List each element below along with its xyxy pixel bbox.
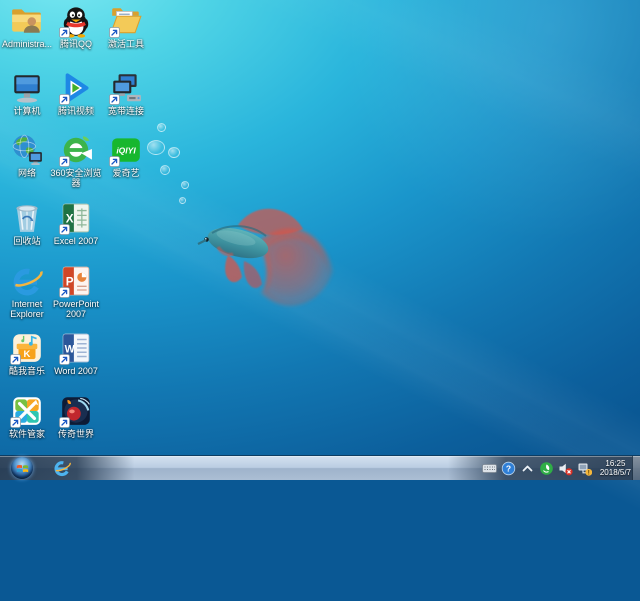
folder-user-icon xyxy=(10,4,44,38)
shortcut-arrow-icon xyxy=(109,27,120,38)
computer-monitor-icon xyxy=(10,71,44,105)
shortcut-arrow-icon xyxy=(59,224,70,235)
desktop-icon-label: 网络 xyxy=(18,168,36,178)
shortcut-arrow-icon xyxy=(59,417,70,428)
desktop-icon-kuwo-music[interactable]: K 酷我音乐 xyxy=(0,331,54,376)
iqiyi-icon: iQIYI xyxy=(109,133,143,167)
desktop-icon-label: Word 2007 xyxy=(54,366,98,376)
desktop-icon-broadband[interactable]: 宽带连接 xyxy=(99,71,153,116)
desktop-icon-label: 激活工具 xyxy=(108,39,144,49)
desktop-icon-activation-tools[interactable]: 激活工具 xyxy=(99,4,153,49)
qq-penguin-icon xyxy=(59,4,93,38)
start-button[interactable] xyxy=(11,457,33,479)
shortcut-arrow-icon xyxy=(109,94,120,105)
show-desktop-button[interactable] xyxy=(632,456,640,480)
windows-flag-icon xyxy=(16,462,29,475)
shortcut-arrow-icon xyxy=(59,287,70,298)
desktop-icon-360-browser[interactable]: 360安全浏览器 xyxy=(49,133,103,188)
shortcut-arrow-icon xyxy=(59,27,70,38)
word-icon: W xyxy=(59,331,93,365)
tray-input-indicator-icon[interactable] xyxy=(482,461,497,476)
tray-network-status-icon[interactable]: ! xyxy=(577,461,592,476)
svg-text:!: ! xyxy=(588,470,590,475)
desktop-icon-software-manager[interactable]: 软件管家 xyxy=(0,394,54,439)
shortcut-arrow-icon xyxy=(59,94,70,105)
desktop-icon-label: Administra... xyxy=(2,39,52,49)
desktop-icon-administrator[interactable]: Administra... xyxy=(0,4,54,49)
desktop-icon-tencent-video[interactable]: 腾讯视频 xyxy=(49,71,103,116)
desktop-icon-label: 酷我音乐 xyxy=(9,366,45,376)
broadband-icon xyxy=(109,71,143,105)
desktop-icon-label: 腾讯QQ xyxy=(60,39,92,49)
taskbar: ? ! 16:25 2018/5/7 xyxy=(0,455,640,480)
svg-text:?: ? xyxy=(506,463,511,473)
desktop-icon-label: 计算机 xyxy=(13,106,40,116)
system-tray: ? ! 16:25 2018/5/7 xyxy=(482,456,631,480)
legend-game-icon xyxy=(59,394,93,428)
desktop-icon-label: 360安全浏览器 xyxy=(49,168,103,188)
desktop-icon-recycle-bin[interactable]: 回收站 xyxy=(0,201,54,246)
excel-icon: X xyxy=(59,201,93,235)
svg-text:K: K xyxy=(24,349,31,360)
internet-explorer-icon xyxy=(52,458,72,478)
tray-help-center-icon[interactable]: ? xyxy=(501,461,516,476)
desktop-icon-iqiyi[interactable]: iQIYI 爱奇艺 xyxy=(99,133,153,178)
recycle-bin-icon xyxy=(10,201,44,235)
shortcut-arrow-icon xyxy=(109,156,120,167)
desktop-icon-label: 宽带连接 xyxy=(108,106,144,116)
desktop-icon-internet-explorer[interactable]: Internet Explorer xyxy=(0,264,54,319)
shortcut-arrow-icon xyxy=(10,354,21,365)
software-manager-icon xyxy=(10,394,44,428)
kuwo-icon: K xyxy=(10,331,44,365)
desktop-icons: Administra... 腾讯QQ 激活工具 计算机 腾讯视频 宽带连接 网络… xyxy=(0,0,640,455)
desktop-icon-label: 回收站 xyxy=(13,236,40,246)
desktop-icon-label: 传奇世界 xyxy=(58,429,94,439)
desktop-icon-label: 腾讯视频 xyxy=(58,106,94,116)
network-globe-icon xyxy=(10,133,44,167)
desktop-icon-label: 软件管家 xyxy=(9,429,45,439)
desktop-icon-label: Excel 2007 xyxy=(54,236,99,246)
shortcut-arrow-icon xyxy=(59,354,70,365)
tray-safe-360-icon[interactable] xyxy=(539,461,554,476)
desktop-icon-network[interactable]: 网络 xyxy=(0,133,54,178)
desktop-icon-label: Internet Explorer xyxy=(0,299,54,319)
desktop-icon-legend-world[interactable]: 传奇世界 xyxy=(49,394,103,439)
shortcut-arrow-icon xyxy=(10,417,21,428)
powerpoint-icon: P xyxy=(59,264,93,298)
browser-360-icon xyxy=(59,133,93,167)
svg-text:iQIYI: iQIYI xyxy=(116,146,136,156)
desktop-icon-word-2007[interactable]: W Word 2007 xyxy=(49,331,103,376)
desktop-icon-label: PowerPoint 2007 xyxy=(49,299,103,319)
taskbar-clock[interactable]: 16:25 2018/5/7 xyxy=(600,459,631,477)
tray-hidden-icons-icon[interactable] xyxy=(520,461,535,476)
desktop-icon-tencent-qq[interactable]: 腾讯QQ xyxy=(49,4,103,49)
desktop-icon-label: 爱奇艺 xyxy=(112,168,139,178)
desktop-icon-powerpoint-2007[interactable]: P PowerPoint 2007 xyxy=(49,264,103,319)
shortcut-arrow-icon xyxy=(59,156,70,167)
clock-date: 2018/5/7 xyxy=(600,468,631,477)
desktop-icon-excel-2007[interactable]: X Excel 2007 xyxy=(49,201,103,246)
tray-volume-muted-icon[interactable] xyxy=(558,461,573,476)
ie-icon xyxy=(10,264,44,298)
clock-time: 16:25 xyxy=(600,459,631,468)
folder-open-icon xyxy=(109,4,143,38)
tencent-video-icon xyxy=(59,71,93,105)
desktop-icon-computer[interactable]: 计算机 xyxy=(0,71,54,116)
taskbar-ie-button[interactable] xyxy=(51,457,73,479)
